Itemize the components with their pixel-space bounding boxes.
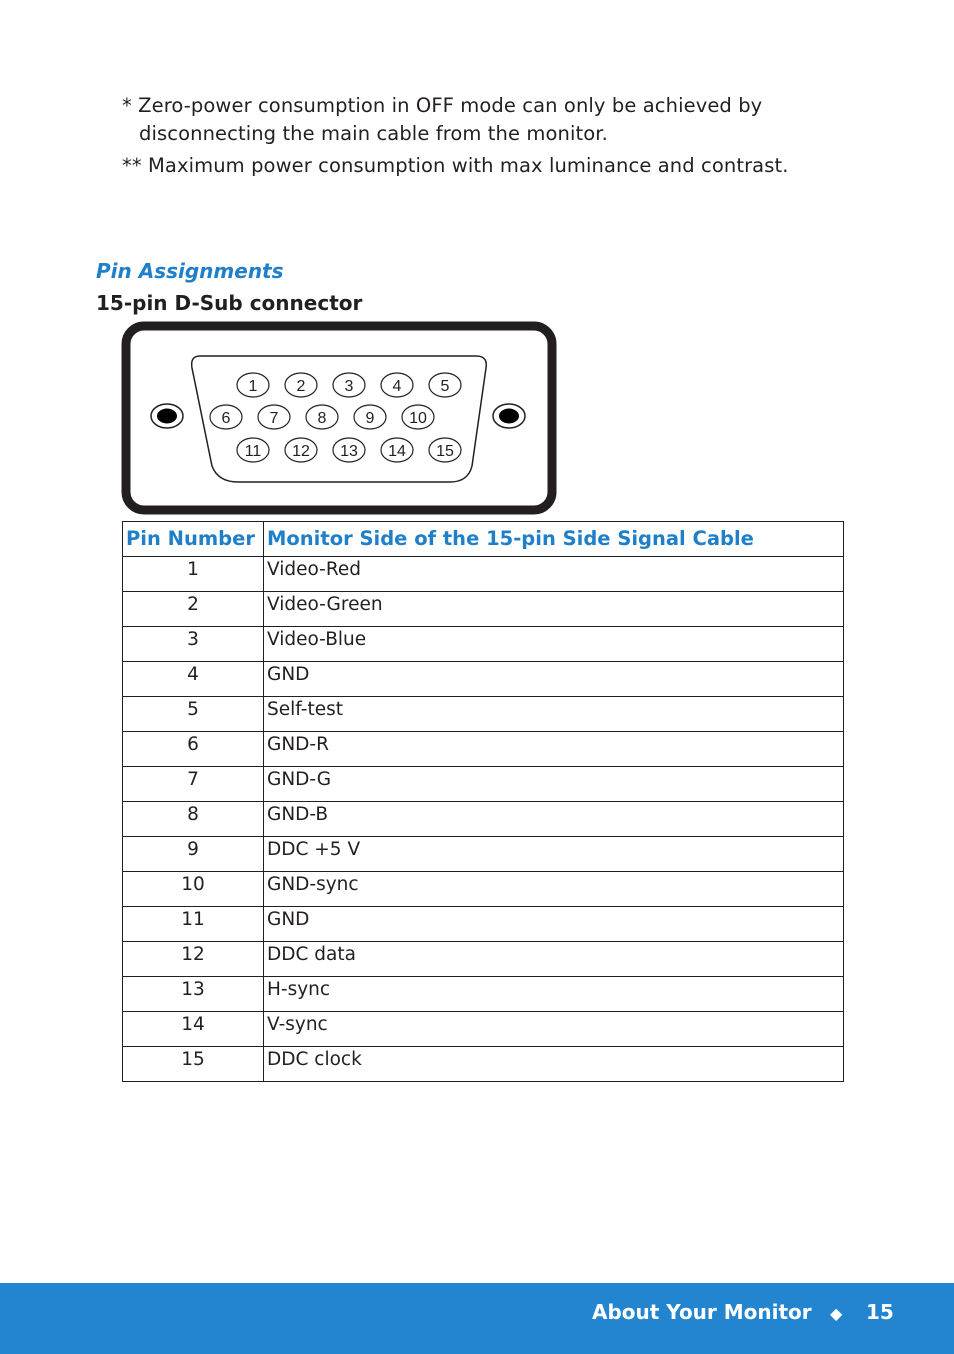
pin-number-cell: 7: [122, 766, 264, 802]
table-row: 12 DDC data: [122, 941, 844, 977]
connector-pin: 7: [257, 404, 291, 430]
signal-cell: GND: [263, 661, 844, 697]
connector-pin: 3: [332, 372, 366, 398]
pin-number-cell: 5: [122, 696, 264, 732]
connector-pin: 10: [401, 404, 435, 430]
pin-label: 5: [441, 378, 450, 395]
pin-number-cell: 12: [122, 941, 264, 977]
table-row: 8 GND-B: [122, 801, 844, 837]
screw-left-icon: [150, 403, 184, 429]
pin-number-cell: 8: [122, 801, 264, 837]
connector-pin: 4: [380, 372, 414, 398]
connector-pin: 1: [236, 372, 270, 398]
connector-pin: 14: [380, 437, 414, 463]
pin-label: 6: [222, 410, 231, 427]
connector-pin: 12: [284, 437, 318, 463]
table-row: 4 GND: [122, 661, 844, 697]
footnote-line-2: disconnecting the main cable from the mo…: [139, 122, 608, 145]
pin-number-cell: 3: [122, 626, 264, 662]
pin-label: 15: [436, 443, 454, 460]
connector-pin: 5: [428, 372, 462, 398]
pin-number-cell: 10: [122, 871, 264, 907]
signal-cell: Video-Blue: [263, 626, 844, 662]
signal-cell: DDC data: [263, 941, 844, 977]
pin-label: 11: [245, 443, 262, 460]
pin-assignment-table: Pin Number Monitor Side of the 15-pin Si…: [122, 521, 844, 1082]
diamond-separator-icon: ◆: [830, 1304, 843, 1323]
pin-number-cell: 13: [122, 976, 264, 1012]
footnote-line-1: * Zero-power consumption in OFF mode can…: [122, 94, 763, 117]
pin-number-cell: 9: [122, 836, 264, 872]
table-row: 15 DDC clock: [122, 1046, 844, 1082]
table-row: 5 Self-test: [122, 696, 844, 732]
signal-cell: H-sync: [263, 976, 844, 1012]
screw-right-icon: [492, 403, 526, 429]
pin-label: 4: [393, 378, 402, 395]
signal-cell: Self-test: [263, 696, 844, 732]
table-row: 9 DDC +5 V: [122, 836, 844, 872]
table-row: 7 GND-G: [122, 766, 844, 802]
signal-cell: V-sync: [263, 1011, 844, 1047]
signal-cell: GND: [263, 906, 844, 942]
pin-label: 14: [388, 443, 406, 460]
connector-pin: 6: [209, 404, 243, 430]
signal-cell: GND-R: [263, 731, 844, 767]
table-row: 3 Video-Blue: [122, 626, 844, 662]
pin-label: 9: [366, 410, 375, 427]
pin-label: 2: [297, 378, 306, 395]
table-row: 10 GND-sync: [122, 871, 844, 907]
table-row: 11 GND: [122, 906, 844, 942]
signal-cell: Video-Green: [263, 591, 844, 627]
pin-label: 3: [345, 378, 354, 395]
connector-pin: 13: [332, 437, 366, 463]
pin-label: 12: [292, 443, 310, 460]
connector-pin: 8: [305, 404, 339, 430]
pin-number-cell: 2: [122, 591, 264, 627]
section-title: Pin Assignments: [96, 259, 284, 283]
connector-pin: 15: [428, 437, 462, 463]
footnote-max-power: ** Maximum power consumption with max lu…: [122, 154, 789, 177]
pin-number-cell: 1: [122, 556, 264, 592]
table-header-row: Pin Number Monitor Side of the 15-pin Si…: [122, 521, 844, 557]
signal-cell: GND-G: [263, 766, 844, 802]
pin-label: 1: [249, 378, 258, 395]
signal-cell: DDC clock: [263, 1046, 844, 1082]
pin-number-cell: 11: [122, 906, 264, 942]
table-row: 2 Video-Green: [122, 591, 844, 627]
pin-label: 7: [270, 410, 279, 427]
footnote-zero-power: * Zero-power consumption in OFF mode can…: [122, 92, 842, 148]
table-row: 6 GND-R: [122, 731, 844, 767]
pin-number-cell: 14: [122, 1011, 264, 1047]
header-pin-number: Pin Number: [122, 521, 264, 557]
table-row: 13 H-sync: [122, 976, 844, 1012]
signal-cell: DDC +5 V: [263, 836, 844, 872]
footer-chapter-title: About Your Monitor: [592, 1300, 812, 1324]
signal-cell: GND-sync: [263, 871, 844, 907]
page-number: 15: [866, 1300, 894, 1324]
connector-pin: 9: [353, 404, 387, 430]
connector-pin: 2: [284, 372, 318, 398]
pin-label: 10: [409, 410, 427, 427]
dsub-connector-diagram: 1 2 3 4 56 7 8 9 1011 12 13 14 15: [121, 321, 557, 515]
table-row: 1 Video-Red: [122, 556, 844, 592]
pin-label: 8: [318, 410, 327, 427]
signal-cell: GND-B: [263, 801, 844, 837]
pin-number-cell: 15: [122, 1046, 264, 1082]
header-signal: Monitor Side of the 15-pin Side Signal C…: [263, 521, 844, 557]
table-row: 14 V-sync: [122, 1011, 844, 1047]
connector-pin: 11: [236, 437, 270, 463]
signal-cell: Video-Red: [263, 556, 844, 592]
pin-number-cell: 6: [122, 731, 264, 767]
pin-number-cell: 4: [122, 661, 264, 697]
connector-title: 15-pin D-Sub connector: [96, 291, 363, 315]
pin-label: 13: [340, 443, 358, 460]
